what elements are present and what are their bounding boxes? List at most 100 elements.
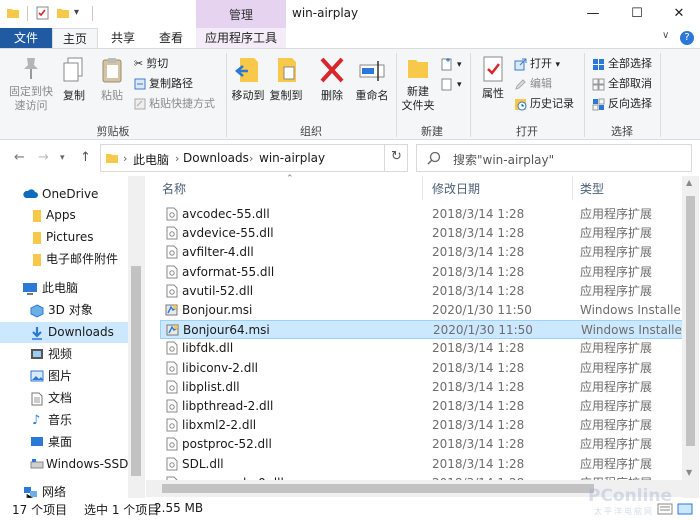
file-list-scrollbar-thumb[interactable] (686, 196, 695, 446)
file-name: Bonjour.msi (182, 303, 253, 317)
file-date: 2018/3/14 1:28 (432, 437, 525, 452)
forward-arrow-icon[interactable]: → (38, 150, 49, 165)
tab-home[interactable]: 主页 (52, 28, 98, 48)
copy-button[interactable]: 复制 (58, 55, 90, 103)
nav-item-music[interactable]: ♪ 音乐 (0, 410, 128, 431)
breadcrumb-chevron-icon[interactable]: › (123, 152, 127, 165)
file-name: Bonjour64.msi (183, 323, 270, 338)
chevron-down-icon[interactable]: ∨ (662, 30, 669, 41)
edit-button[interactable]: 编辑 (514, 75, 552, 93)
table-row[interactable]: avcodec-55.dll 2018/3/14 1:28 应用程序扩展 (160, 205, 690, 224)
nav-item-this-pc[interactable]: 此电脑 (0, 278, 128, 299)
column-divider[interactable] (422, 176, 423, 200)
nav-item-onedrive[interactable]: OneDrive (0, 184, 128, 205)
paste-shortcut-button[interactable]: 粘贴快捷方式 (134, 95, 215, 113)
new-item-button[interactable]: ▾ (440, 55, 462, 73)
copy-path-button[interactable]: 复制路径 (134, 75, 193, 93)
select-all-button[interactable]: 全部选择 (592, 55, 652, 73)
table-row[interactable]: libplist.dll 2018/3/14 1:28 应用程序扩展 (160, 378, 690, 397)
table-row[interactable]: libiconv-2.dll 2018/3/14 1:28 应用程序扩展 (160, 359, 690, 378)
cut-button[interactable]: ✂ 剪切 (134, 55, 168, 73)
nav-item-3d-objects[interactable]: 3D 对象 (0, 300, 128, 321)
select-none-icon (592, 78, 605, 90)
table-row[interactable]: libpthread-2.dll 2018/3/14 1:28 应用程序扩展 (160, 397, 690, 416)
table-row[interactable]: libxml2-2.dll 2018/3/14 1:28 应用程序扩展 (160, 416, 690, 435)
open-group-label: 打开 (516, 125, 538, 138)
paste-button[interactable]: 粘贴 (94, 55, 130, 103)
scroll-down-icon[interactable]: ▼ (686, 468, 692, 477)
nav-item-documents[interactable]: 文档 (0, 388, 128, 409)
table-row[interactable]: libfdk.dll 2018/3/14 1:28 应用程序扩展 (160, 339, 690, 358)
refresh-icon[interactable]: ↻ (384, 144, 408, 172)
file-list-horizontal-thumb[interactable] (162, 484, 594, 493)
nav-item-videos[interactable]: 视频 (0, 344, 128, 365)
delete-button[interactable]: 删除 (314, 55, 350, 103)
minimize-button[interactable]: — (570, 0, 616, 28)
copy-to-button[interactable]: 复制到 (268, 55, 304, 103)
column-header-type[interactable]: 类型 (580, 180, 604, 197)
invert-selection-button[interactable]: 反向选择 (592, 95, 652, 113)
customize-quick-access-icon[interactable]: ▾ (74, 7, 88, 21)
nav-item-pictures[interactable]: Pictures (0, 227, 128, 248)
table-row[interactable]: Bonjour.msi 2020/1/30 11:50 Windows Instal… (160, 301, 690, 320)
nav-item-desktop[interactable]: 桌面 (0, 432, 128, 453)
rename-button[interactable]: 重命名 (352, 55, 392, 103)
nav-item-pictures-lib[interactable]: 图片 (0, 366, 128, 387)
table-row[interactable]: avformat-55.dll 2018/3/14 1:28 应用程序扩展 (160, 263, 690, 282)
history-button[interactable]: 历史记录 (514, 95, 574, 113)
pin-quick-access-button[interactable]: 固定到快速访问 (6, 55, 56, 113)
file-name: libxml2-2.dll (182, 418, 257, 433)
address-bar[interactable]: › 此电脑 › Downloads › win-airplay ∨ (100, 144, 468, 172)
table-row[interactable]: avfilter-4.dll 2018/3/14 1:28 应用程序扩展 (160, 243, 690, 262)
nav-item-label: Windows-SSD ( (46, 457, 137, 471)
back-arrow-icon[interactable]: ← (14, 150, 25, 165)
column-header-date[interactable]: 修改日期 (432, 180, 480, 197)
new-folder-button[interactable]: 新建 文件夹 (400, 55, 436, 113)
breadcrumb-win-airplay[interactable]: win-airplay (259, 151, 325, 165)
tab-view[interactable]: 查看 (148, 28, 194, 48)
nav-item-label: 视频 (48, 347, 73, 361)
file-type: 应用程序扩展 (580, 226, 653, 241)
move-to-button[interactable]: 移动到 (230, 55, 266, 103)
table-row[interactable]: postproc-52.dll 2018/3/14 1:28 应用程序扩展 (160, 435, 690, 454)
new-folder-icon[interactable] (56, 6, 70, 20)
breadcrumb-chevron-icon[interactable]: › (175, 152, 179, 165)
nav-item-downloads[interactable]: Downloads (0, 322, 128, 343)
table-row[interactable]: avdevice-55.dll 2018/3/14 1:28 应用程序扩展 (160, 224, 690, 243)
close-button[interactable]: ✕ (656, 0, 700, 28)
tab-app-tools[interactable]: 应用程序工具 (196, 28, 286, 48)
search-input[interactable]: 搜索"win-airplay" (416, 144, 692, 172)
maximize-button[interactable]: ☐ (614, 0, 660, 28)
file-date: 2018/3/14 1:28 (432, 264, 525, 279)
properties-button[interactable]: 属性 (476, 55, 510, 101)
up-arrow-icon[interactable]: ↑ (80, 150, 91, 165)
nav-item-email-attachments[interactable]: 电子邮件附件 (0, 249, 128, 270)
table-row[interactable]: Bonjour64.msi 2020/1/30 11:50 Windows Inst… (160, 320, 691, 340)
table-row[interactable]: SDL.dll 2018/3/14 1:28 应用程序扩展 (160, 455, 690, 474)
recent-locations-chevron-icon[interactable]: ▾ (60, 153, 65, 163)
tab-share[interactable]: 共享 (100, 28, 146, 48)
folder-icon[interactable] (6, 6, 20, 20)
paste-shortcut-icon (134, 98, 146, 110)
open-button[interactable]: 打开 ▾ (514, 55, 560, 73)
manage-context-tab[interactable]: 管理 (196, 0, 286, 28)
help-icon[interactable]: ? (680, 31, 694, 45)
nav-item-windows-ssd[interactable]: Windows-SSD ( (0, 454, 137, 475)
history-icon (515, 98, 527, 110)
scroll-up-icon[interactable]: ▲ (686, 178, 692, 187)
nav-pane-scrollbar-thumb[interactable] (131, 266, 141, 476)
column-divider[interactable] (572, 176, 573, 200)
nav-item-apps[interactable]: Apps (0, 205, 128, 226)
breadcrumb-this-pc[interactable]: 此电脑 (133, 151, 169, 168)
table-row[interactable]: avutil-52.dll 2018/3/14 1:28 应用程序扩展 (160, 282, 690, 301)
file-type: 应用程序扩展 (580, 437, 653, 452)
properties-icon[interactable] (36, 6, 50, 20)
breadcrumb-chevron-icon[interactable]: › (249, 152, 253, 165)
delete-label: 删除 (321, 89, 343, 102)
column-header-name[interactable]: 名称 (162, 180, 186, 197)
breadcrumb-downloads[interactable]: Downloads (183, 151, 249, 165)
select-none-button[interactable]: 全部取消 (592, 75, 652, 93)
sort-ascending-icon: ⌃ (286, 174, 294, 184)
tab-file[interactable]: 文件 (0, 28, 52, 48)
easy-access-button[interactable]: ▾ (440, 75, 462, 93)
